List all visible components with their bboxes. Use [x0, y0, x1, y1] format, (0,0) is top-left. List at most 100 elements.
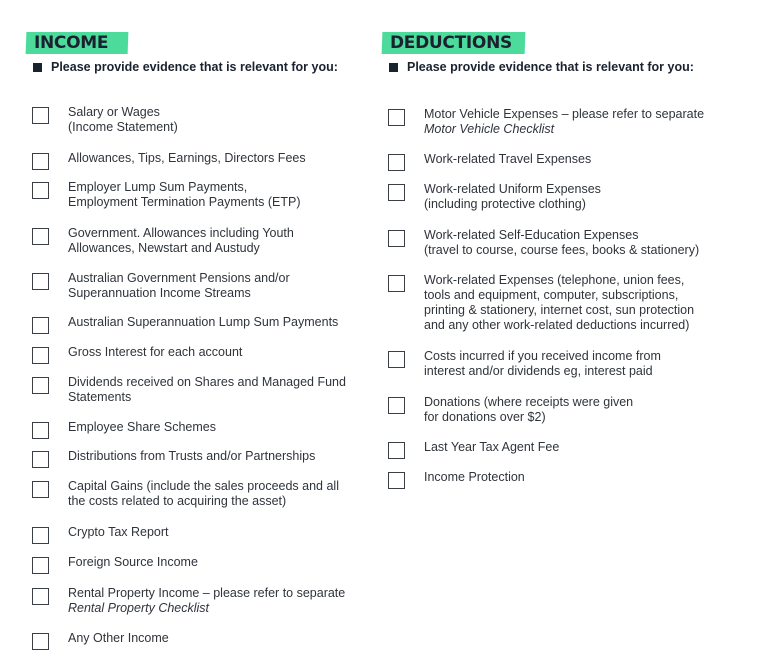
label-line: Costs incurred if you received income fr… [424, 349, 661, 363]
checkbox[interactable] [32, 317, 49, 334]
checklist-reference: Rental Property Checklist [68, 601, 210, 615]
label-line: Employee Share Schemes [68, 420, 216, 434]
label-line: Work-related Travel Expenses [424, 152, 592, 166]
checkbox[interactable] [388, 230, 405, 247]
square-bullet-icon [33, 62, 42, 72]
label-line: Last Year Tax Agent Fee [424, 440, 560, 454]
checkbox[interactable] [388, 109, 405, 126]
label-line: (travel to course, course fees, books & … [424, 243, 700, 257]
checklist-item-label: Rental Property Income – please refer to… [68, 586, 345, 616]
label-line: Motor Vehicle Expenses – please refer to… [424, 107, 705, 121]
label-line: interest and/or dividends eg, interest p… [424, 364, 653, 378]
checkbox[interactable] [32, 153, 49, 170]
checklist-item: Work-related Uniform Expenses (including … [388, 182, 601, 212]
checkbox[interactable] [32, 557, 49, 574]
checkbox[interactable] [388, 154, 405, 171]
checklist-item-label: Gross Interest for each account [68, 345, 242, 360]
checklist-item: Australian Superannuation Lump Sum Payme… [32, 315, 338, 334]
label-line: Any Other Income [68, 631, 169, 645]
label-line: Australian Superannuation Lump Sum Payme… [68, 315, 339, 329]
checklist-item-label: Government. Allowances including Youth Al… [68, 226, 294, 256]
checklist-item: Gross Interest for each account [32, 345, 242, 364]
checklist-item-label: Income Protection [424, 470, 525, 485]
income-instruction: Please provide evidence that is relevant… [33, 60, 338, 74]
checkbox[interactable] [388, 184, 405, 201]
label-line: Rental Property Income – please refer to… [68, 586, 346, 600]
label-line: printing & stationery, internet cost, su… [424, 303, 695, 317]
label-line: Statements [68, 390, 132, 404]
checklist-item-label: Crypto Tax Report [68, 525, 169, 540]
deductions-heading: DEDUCTIONS [381, 32, 526, 54]
label-line: Employer Lump Sum Payments, [68, 180, 248, 194]
checkbox[interactable] [32, 422, 49, 439]
checklist-item: Any Other Income [32, 631, 169, 650]
label-line: Crypto Tax Report [68, 525, 169, 539]
label-line: Employment Termination Payments (ETP) [68, 195, 301, 209]
checklist-item-label: Work-related Expenses (telephone, union … [424, 273, 694, 333]
checklist-item: Income Protection [388, 470, 525, 489]
label-line: Foreign Source Income [68, 555, 198, 569]
checkbox[interactable] [388, 472, 405, 489]
label-line: the costs related to acquiring the asset… [68, 494, 287, 508]
income-instruction-text: Please provide evidence that is relevant… [51, 60, 338, 74]
checkbox[interactable] [32, 228, 49, 245]
checkbox[interactable] [32, 347, 49, 364]
label-line: Work-related Expenses (telephone, union … [424, 273, 685, 287]
label-line: Donations (where receipts were given [424, 395, 634, 409]
checkbox[interactable] [388, 351, 405, 368]
checklist-item-label: Distributions from Trusts and/or Partner… [68, 449, 315, 464]
checklist-item-label: Work-related Uniform Expenses (including … [424, 182, 601, 212]
label-line: for donations over $2) [424, 410, 546, 424]
checklist-item-label: Donations (where receipts were given for … [424, 395, 633, 425]
checkbox[interactable] [32, 588, 49, 605]
checkbox[interactable] [32, 633, 49, 650]
checklist-item-label: Work-related Self-Education Expenses (tra… [424, 228, 699, 258]
label-line: Distributions from Trusts and/or Partner… [68, 449, 316, 463]
checklist-item-label: Salary or Wages (Income Statement) [68, 105, 178, 135]
checkbox[interactable] [32, 481, 49, 498]
checklist-item: Work-related Expenses (telephone, union … [388, 273, 694, 333]
label-line: Allowances, Tips, Earnings, Directors Fe… [68, 151, 306, 165]
checklist-item-label: Motor Vehicle Expenses – please refer to… [424, 107, 704, 137]
income-heading: INCOME [25, 32, 129, 54]
label-line: tools and equipment, computer, subscript… [424, 288, 679, 302]
checkbox[interactable] [388, 442, 405, 459]
checkbox[interactable] [32, 107, 49, 124]
checkbox[interactable] [388, 397, 405, 414]
checklist-item-label: Last Year Tax Agent Fee [424, 440, 559, 455]
label-line: Dividends received on Shares and Managed… [68, 375, 346, 389]
label-line: Australian Government Pensions and/or [68, 271, 290, 285]
checklist-item-label: Capital Gains (include the sales proceed… [68, 479, 339, 509]
checklist-item-label: Dividends received on Shares and Managed… [68, 375, 346, 405]
square-bullet-icon [389, 62, 398, 72]
checklist-item-label: Any Other Income [68, 631, 169, 646]
label-line: Allowances, Newstart and Austudy [68, 241, 260, 255]
checklist-item: Costs incurred if you received income fr… [388, 349, 661, 379]
checklist-item: Work-related Self-Education Expenses (tra… [388, 228, 699, 258]
checklist-reference: Motor Vehicle Checklist [424, 122, 555, 136]
label-line: Work-related Uniform Expenses [424, 182, 601, 196]
checklist-item: Capital Gains (include the sales proceed… [32, 479, 339, 509]
checklist-item: Rental Property Income – please refer to… [32, 586, 345, 616]
checklist-item: Dividends received on Shares and Managed… [32, 375, 346, 405]
checklist-item-label: Australian Superannuation Lump Sum Payme… [68, 315, 338, 330]
checklist-item: Allowances, Tips, Earnings, Directors Fe… [32, 151, 306, 170]
checkbox[interactable] [388, 275, 405, 292]
checklist-item: Motor Vehicle Expenses – please refer to… [388, 107, 704, 137]
deductions-heading-text: DEDUCTIONS [389, 33, 512, 53]
label-line: Work-related Self-Education Expenses [424, 228, 639, 242]
deductions-instruction: Please provide evidence that is relevant… [389, 60, 694, 74]
checkbox[interactable] [32, 273, 49, 290]
label-line: Capital Gains (include the sales proceed… [68, 479, 339, 493]
checklist-item-label: Foreign Source Income [68, 555, 198, 570]
checklist-item: Donations (where receipts were given for … [388, 395, 633, 425]
checkbox[interactable] [32, 451, 49, 468]
label-line: (including protective clothing) [424, 197, 586, 211]
checkbox[interactable] [32, 182, 49, 199]
label-line: and any other work-related deductions in… [424, 318, 690, 332]
checklist-item: Distributions from Trusts and/or Partner… [32, 449, 315, 468]
checkbox[interactable] [32, 377, 49, 394]
label-line: Income Protection [424, 470, 525, 484]
checkbox[interactable] [32, 527, 49, 544]
checklist-item: Employer Lump Sum Payments, Employment Te… [32, 180, 301, 210]
